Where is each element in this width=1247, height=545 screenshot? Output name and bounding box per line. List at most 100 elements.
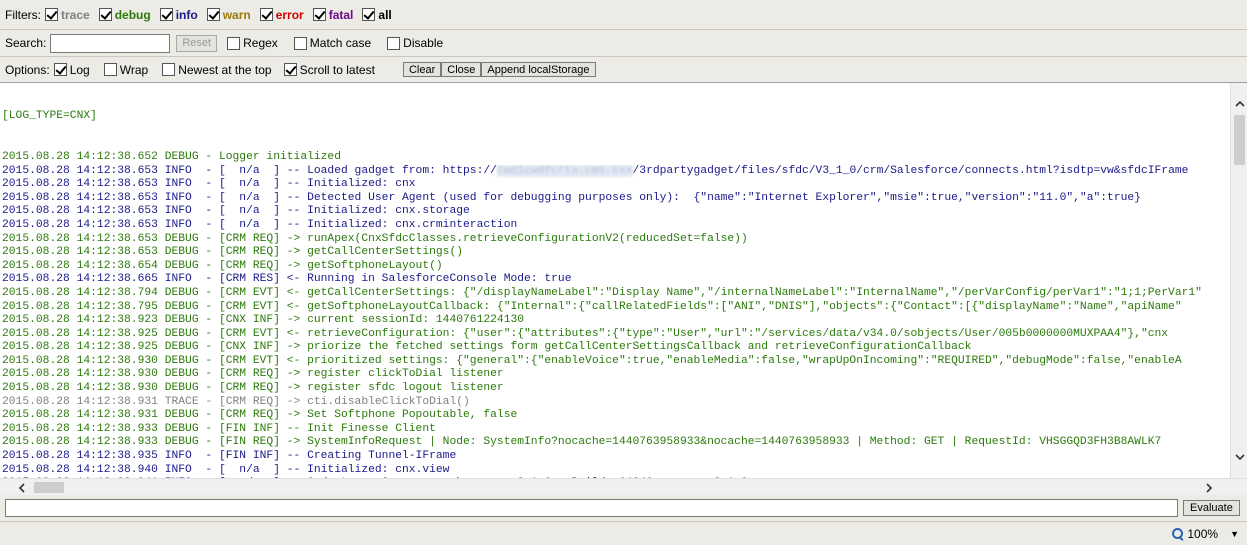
newest-toggle[interactable]: Newest at the top [162, 62, 272, 77]
newest-checkbox[interactable] [162, 63, 176, 76]
log-level: INFO [164, 178, 199, 191]
wrap-toggle[interactable]: Wrap [103, 63, 148, 77]
log-line: 2015.08.28 14:12:38.930 DEBUG - [CRM EVT… [2, 355, 1230, 369]
filter-info-label: info [175, 7, 198, 22]
filter-warn-checkbox[interactable] [206, 8, 220, 21]
log-message: - [ n/a ] -- Loaded gadget from: https:/… [198, 164, 497, 177]
filter-warn[interactable]: warn [206, 8, 251, 22]
log-output[interactable]: [LOG_TYPE=CNX] 2015.08.28 14:12:38.652 D… [0, 83, 1230, 478]
filter-error-checkbox[interactable] [259, 8, 273, 21]
log-message: - [CRM EVT] <- getSoftphoneLayoutCallbac… [198, 300, 1182, 313]
log-timestamp: 2015.08.28 14:12:38.933 [2, 436, 158, 449]
filter-all-checkbox[interactable] [362, 8, 376, 21]
log-message: - [CRM REQ] -> Set Softphone Popoutable,… [198, 409, 518, 422]
log-line: 2015.08.28 14:12:38.931 DEBUG - [CRM REQ… [2, 409, 1230, 423]
log-line: 2015.08.28 14:12:38.925 DEBUG - [CNX INF… [2, 341, 1230, 355]
log-level: INFO [164, 273, 199, 286]
log-message: - [FIN INF] -- Init Finesse Client [198, 422, 436, 435]
zoom-icon[interactable] [1172, 527, 1184, 540]
filter-debug-checkbox[interactable] [98, 8, 112, 21]
log-message: - [CRM EVT] <- prioritized settings: {"g… [198, 354, 1182, 367]
filter-error[interactable]: error [259, 7, 304, 22]
log-line: 2015.08.28 14:12:38.654 DEBUG - [CRM REQ… [2, 260, 1230, 274]
newest-label: Newest at the top [178, 62, 272, 77]
log-timestamp: 2015.08.28 14:12:38.653 [2, 191, 158, 204]
log-message: - [CNX INF] -> current sessionId: 144076… [198, 314, 525, 327]
log-timestamp: 2015.08.28 14:12:38.653 [2, 205, 158, 218]
vertical-scrollbar[interactable] [1230, 83, 1247, 478]
filter-all[interactable]: all [362, 7, 392, 22]
log-level: DEBUG [164, 327, 199, 340]
regex-checkbox[interactable] [227, 36, 241, 50]
evaluate-input[interactable] [5, 499, 1178, 517]
scroll-latest-checkbox[interactable] [283, 63, 297, 76]
filter-info[interactable]: info [159, 7, 198, 22]
log-message: - [CRM REQ] -> register sfdc logout list… [198, 382, 504, 395]
log-message: - [CRM REQ] -> cti.disableClickToDial() [198, 395, 470, 408]
log-level: DEBUG [164, 259, 199, 272]
zoom-dropdown-icon[interactable]: ▼ [1230, 529, 1239, 539]
matchcase-checkbox[interactable] [293, 36, 307, 50]
log-level: DEBUG [164, 354, 199, 367]
log-level: DEBUG [164, 368, 199, 381]
filter-info-checkbox[interactable] [159, 8, 173, 21]
log-checkbox[interactable] [53, 63, 67, 76]
log-message: - [ n/a ] -- Initialized: cnx.storage [198, 205, 470, 218]
log-timestamp: 2015.08.28 14:12:38.931 [2, 409, 158, 422]
horizontal-scroll-thumb[interactable] [34, 482, 64, 493]
filter-trace-label: trace [61, 7, 90, 22]
filter-debug[interactable]: debug [98, 7, 151, 22]
filter-all-label: all [378, 7, 392, 22]
clear-button[interactable]: Clear [402, 62, 442, 77]
log-line: 2015.08.28 14:12:38.935 INFO - [FIN INF]… [2, 450, 1230, 464]
horizontal-scrollbar[interactable] [0, 478, 1247, 495]
log-level: DEBUG [164, 409, 199, 422]
log-message: - [ n/a ] -- Detected User Agent (used f… [198, 191, 1141, 204]
log-level: DEBUG [164, 286, 199, 299]
filter-trace-checkbox[interactable] [45, 8, 58, 21]
log-line: 2015.08.28 14:12:38.653 DEBUG - [CRM REQ… [2, 233, 1230, 247]
log-level: INFO [164, 205, 199, 218]
search-input[interactable] [50, 33, 171, 53]
log-redacted-host: cwd1cwdfcrtx.cms.cxx [496, 164, 633, 177]
regex-toggle[interactable]: Regex [227, 36, 278, 50]
log-message: - [CRM REQ] -> getCallCenterSettings() [198, 246, 464, 259]
search-bar: Search: Reset Regex Match case Disable [0, 30, 1247, 57]
disable-checkbox[interactable] [387, 36, 401, 50]
filter-error-label: error [275, 7, 304, 22]
vertical-scroll-thumb[interactable] [1234, 115, 1245, 165]
evaluate-button[interactable]: Evaluate [1183, 500, 1240, 516]
filter-fatal[interactable]: fatal [312, 8, 353, 22]
reset-button[interactable]: Reset [176, 34, 218, 52]
chevron-up-icon[interactable] [1231, 95, 1247, 112]
log-message: - [CRM REQ] -> register clickToDial list… [198, 368, 504, 381]
log-level: INFO [164, 450, 199, 463]
matchcase-toggle[interactable]: Match case [293, 36, 371, 50]
log-timestamp: 2015.08.28 14:12:38.925 [2, 341, 158, 354]
log-timestamp: 2015.08.28 14:12:38.935 [2, 450, 158, 463]
filter-fatal-checkbox[interactable] [312, 8, 326, 21]
disable-toggle[interactable]: Disable [387, 36, 443, 50]
status-bar: 100% ▼ [0, 522, 1247, 545]
log-level: INFO [164, 218, 199, 231]
wrap-checkbox[interactable] [103, 63, 117, 76]
chevron-left-icon[interactable] [13, 479, 30, 496]
zoom-level[interactable]: 100% [1187, 527, 1218, 541]
log-message: - [ n/a ] -- Initialized: cnx.view [198, 463, 450, 476]
chevron-right-icon[interactable] [1200, 479, 1217, 496]
close-button[interactable]: Close [441, 62, 482, 77]
filters-label: Filters: [5, 7, 41, 22]
disable-label: Disable [403, 36, 444, 50]
append-localstorage-button[interactable]: Append localStorage [481, 62, 596, 77]
filter-trace[interactable]: trace [45, 8, 90, 22]
log-timestamp: 2015.08.28 14:12:38.794 [2, 286, 158, 299]
regex-label: Regex [243, 36, 278, 50]
log-timestamp: 2015.08.28 14:12:38.652 [2, 150, 158, 163]
scroll-latest-toggle[interactable]: Scroll to latest [283, 63, 375, 77]
options-bar: Options: Log Wrap Newest at the top Scro… [0, 57, 1247, 83]
log-line: 2015.08.28 14:12:38.653 INFO - [ n/a ] -… [2, 164, 1230, 179]
filter-debug-label: debug [114, 7, 151, 22]
log-toggle[interactable]: Log [53, 63, 90, 77]
log-message: - [CRM REQ] -> runApex(CnxSfdcClasses.re… [198, 232, 748, 245]
chevron-down-icon[interactable] [1231, 448, 1247, 465]
